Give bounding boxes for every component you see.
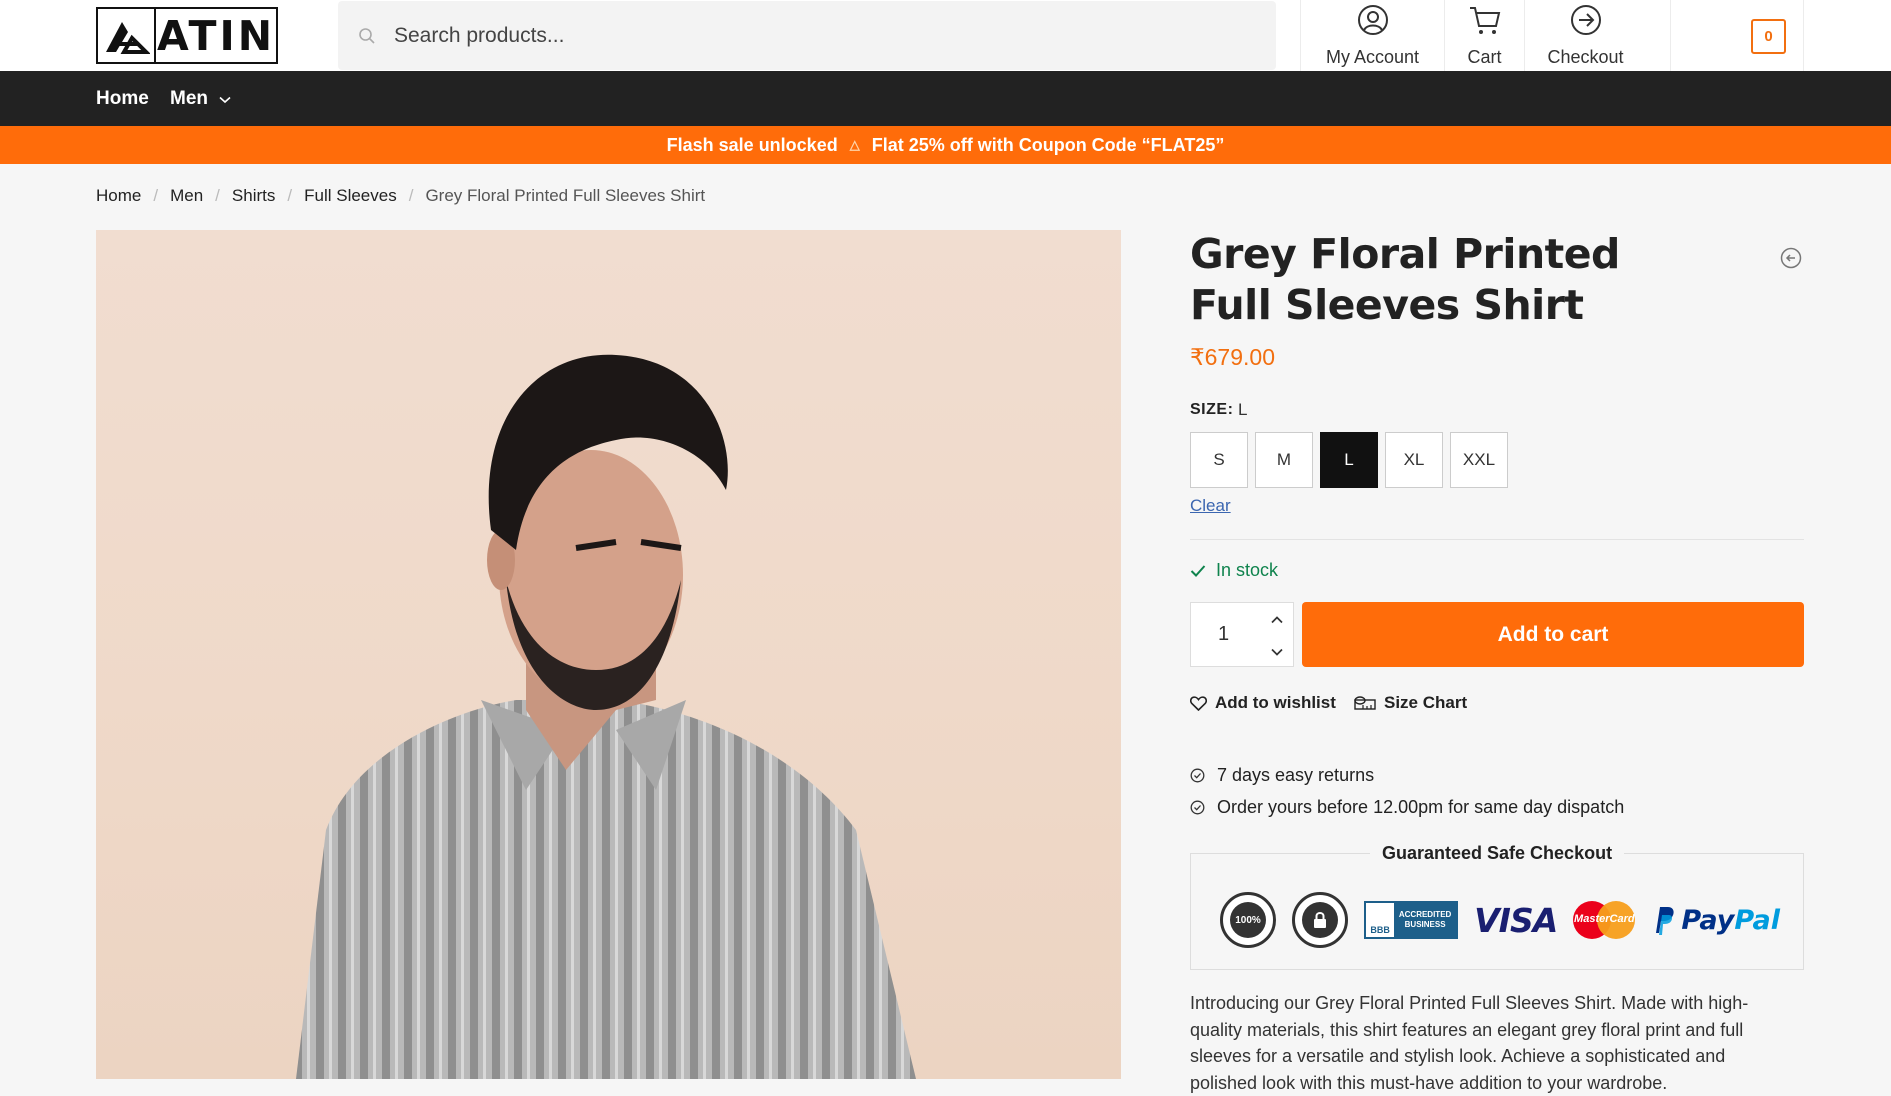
check-icon	[1190, 564, 1206, 578]
stock-text: In stock	[1216, 560, 1279, 580]
perk-item: Order yours before 12.00pm for same day …	[1190, 797, 1624, 818]
bbb-line-2: BUSINESS	[1404, 920, 1446, 929]
ruler-icon	[1354, 696, 1376, 710]
nav-item-men[interactable]: Men	[170, 88, 231, 110]
arrow-circle-right-icon	[1570, 4, 1602, 41]
satisfaction-text: 100%	[1230, 902, 1266, 938]
product-description: Introducing our Grey Floral Printed Full…	[1190, 993, 1749, 1093]
size-option-l[interactable]: L	[1320, 432, 1378, 488]
size-option-s[interactable]: S	[1190, 432, 1248, 488]
breadcrumb-separator: /	[287, 186, 293, 205]
perk-text: 7 days easy returns	[1217, 765, 1375, 785]
stock-status: In stock	[1190, 560, 1278, 581]
search-input[interactable]	[394, 23, 1194, 48]
site-header: ATIN My Account Cart Checkout 0	[0, 0, 1891, 71]
secure-ordering-badge	[1292, 892, 1349, 948]
breadcrumb-shirts[interactable]: Shirts	[232, 186, 275, 206]
bbb-accredited-badge: BBB ACCREDITED BUSINESS	[1364, 901, 1459, 939]
check-circle-icon	[1190, 800, 1205, 815]
size-option-xl[interactable]: XL	[1385, 432, 1443, 488]
paypal-logo: PayPal	[1651, 905, 1780, 936]
main-nav: Home Men	[0, 71, 1891, 126]
breadcrumb-home[interactable]: Home	[96, 186, 141, 206]
checkout-link[interactable]: Checkout	[1524, 0, 1646, 71]
mini-cart[interactable]: 0	[1670, 0, 1804, 71]
size-chart-link[interactable]: Size Chart	[1354, 693, 1467, 713]
divider	[1190, 539, 1804, 540]
breadcrumb-separator: /	[408, 186, 414, 205]
model-illustration	[296, 354, 916, 1079]
product-image[interactable]	[96, 230, 1121, 1079]
quantity-stepper[interactable]: 1	[1190, 602, 1294, 667]
promo-text-left: Flash sale unlocked	[666, 134, 838, 155]
breadcrumb-separator: /	[153, 186, 159, 205]
perk-item: 7 days easy returns	[1190, 765, 1374, 786]
visa-logo: VISA	[1474, 900, 1558, 940]
promo-banner: Flash sale unlocked △ Flat 25% off with …	[0, 126, 1891, 164]
checkout-label: Checkout	[1547, 46, 1624, 67]
paypal-text-pal: Pal	[1734, 904, 1780, 936]
quantity-value[interactable]: 1	[1218, 623, 1229, 646]
mastercard-logo: MasterCard	[1573, 901, 1636, 939]
logo-text: ATIN	[156, 11, 276, 60]
breadcrumb: Home / Men / Shirts / Full Sleeves / Gre…	[96, 186, 705, 206]
search-bar	[338, 1, 1276, 70]
logo-mark-icon	[98, 9, 156, 62]
cart-link[interactable]: Cart	[1444, 0, 1524, 71]
paypal-text: PayPal	[1681, 905, 1780, 936]
cart-label: Cart	[1467, 46, 1502, 67]
satisfaction-guaranteed-badge: 100%	[1220, 892, 1276, 948]
fire-icon: △	[849, 137, 860, 152]
breadcrumb-full-sleeves[interactable]: Full Sleeves	[304, 186, 397, 206]
size-selected-value: L	[1238, 400, 1248, 419]
lock-icon	[1302, 902, 1339, 938]
quantity-arrows	[1271, 611, 1283, 661]
breadcrumb-separator: /	[215, 186, 220, 205]
size-option-m[interactable]: M	[1255, 432, 1313, 488]
cart-icon	[1468, 4, 1502, 41]
safe-checkout-title: Guaranteed Safe Checkout	[1370, 843, 1625, 864]
chevron-up-icon[interactable]	[1271, 611, 1283, 629]
breadcrumb-men[interactable]: Men	[170, 186, 203, 206]
bbb-text: BBB	[1366, 903, 1395, 937]
nav-item-home[interactable]: Home	[96, 88, 149, 110]
arrow-circle-left-icon[interactable]	[1780, 247, 1802, 274]
paypal-text-pay: Pay	[1681, 904, 1735, 936]
product-price: ₹679.00	[1190, 344, 1275, 370]
bbb-line-1: ACCREDITED	[1398, 910, 1452, 919]
nav-item-men-label: Men	[170, 88, 208, 110]
heart-icon	[1190, 695, 1207, 711]
add-to-wishlist-link[interactable]: Add to wishlist	[1190, 693, 1336, 713]
breadcrumb-current: Grey Floral Printed Full Sleeves Shirt	[425, 186, 706, 205]
site-logo[interactable]: ATIN	[96, 7, 278, 64]
wishlist-label: Add to wishlist	[1215, 693, 1336, 712]
size-option-xxl[interactable]: XXL	[1450, 432, 1508, 488]
clear-size-link[interactable]: Clear	[1190, 496, 1231, 516]
chevron-down-icon	[219, 88, 231, 110]
my-account-label: My Account	[1325, 46, 1420, 67]
cart-count-badge: 0	[1751, 19, 1786, 54]
search-icon	[358, 27, 376, 45]
chevron-down-icon[interactable]	[1271, 643, 1283, 661]
user-circle-icon	[1357, 4, 1389, 41]
check-circle-icon	[1190, 768, 1205, 783]
product-title: Grey Floral Printed Full Sleeves Shirt	[1190, 230, 1620, 329]
promo-text-right: Flat 25% off with Coupon Code “FLAT25”	[871, 134, 1225, 155]
add-to-cart-button[interactable]: Add to cart	[1302, 602, 1804, 667]
size-label: SIZE:	[1190, 401, 1234, 418]
mastercard-text: MasterCard	[1574, 913, 1635, 925]
perk-text: Order yours before 12.00pm for same day …	[1217, 797, 1625, 817]
my-account-link[interactable]: My Account	[1300, 0, 1444, 71]
paypal-p-icon	[1651, 905, 1675, 935]
payment-badges: 100% BBB ACCREDITED BUSINESS VISA Master…	[1220, 889, 1780, 951]
size-chart-label: Size Chart	[1384, 693, 1468, 712]
bbb-label: ACCREDITED BUSINESS	[1394, 903, 1457, 937]
